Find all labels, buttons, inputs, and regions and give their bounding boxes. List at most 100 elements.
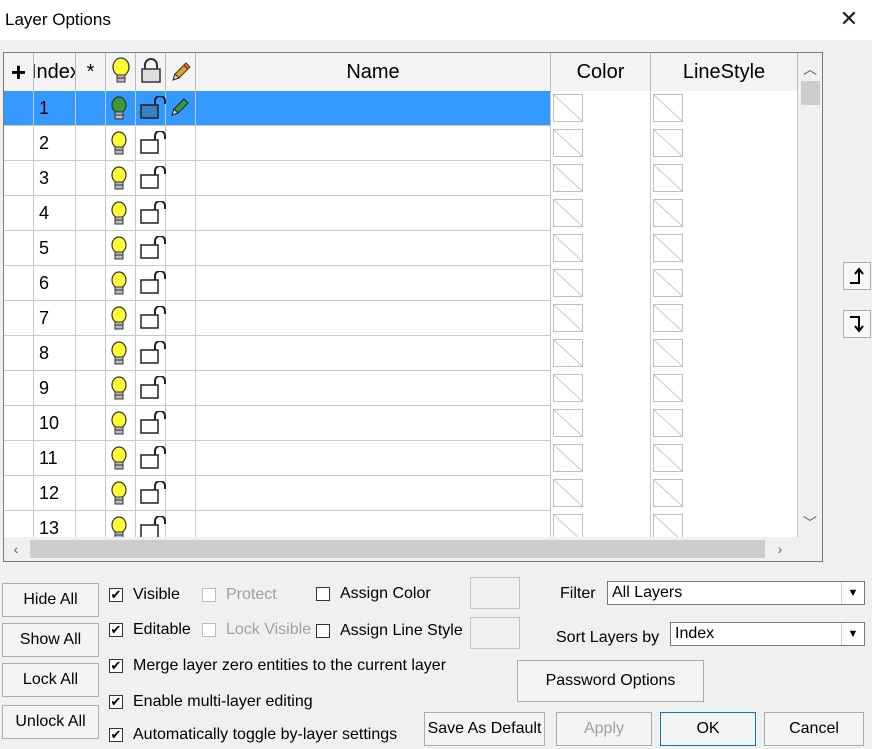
- row-star[interactable]: [76, 476, 106, 511]
- lightbulb-icon[interactable]: [109, 271, 129, 297]
- row-edit-toggle[interactable]: [166, 231, 196, 266]
- table-row[interactable]: 2: [4, 126, 798, 161]
- assign-color-swatch[interactable]: [470, 577, 520, 609]
- close-icon[interactable]: ✕: [832, 4, 866, 34]
- row-visible-toggle[interactable]: [106, 161, 136, 196]
- row-selector[interactable]: [4, 266, 34, 301]
- lock-all-button[interactable]: Lock All: [2, 663, 99, 697]
- lock-visible-check-box[interactable]: [202, 623, 216, 637]
- linestyle-swatch[interactable]: [653, 269, 683, 297]
- row-color[interactable]: [551, 476, 651, 511]
- row-lock-toggle[interactable]: [136, 161, 166, 196]
- table-row[interactable]: 3: [4, 161, 798, 196]
- row-selector[interactable]: [4, 301, 34, 336]
- row-selector[interactable]: [4, 441, 34, 476]
- unlocked-padlock-icon[interactable]: [139, 201, 167, 225]
- chevron-down-icon[interactable]: ▼: [841, 582, 864, 604]
- table-row[interactable]: 6: [4, 266, 798, 301]
- row-edit-toggle[interactable]: [166, 371, 196, 406]
- color-swatch[interactable]: [553, 164, 583, 192]
- color-swatch[interactable]: [553, 339, 583, 367]
- table-row[interactable]: 1: [4, 91, 798, 126]
- row-name[interactable]: [196, 231, 551, 266]
- row-name[interactable]: [196, 91, 551, 126]
- lightbulb-icon[interactable]: [109, 446, 129, 472]
- lightbulb-icon[interactable]: [109, 201, 129, 227]
- row-linestyle[interactable]: [651, 91, 798, 126]
- show-all-button[interactable]: Show All: [2, 623, 99, 657]
- visible-header[interactable]: [106, 53, 136, 91]
- color-swatch[interactable]: [553, 514, 583, 537]
- lightbulb-icon[interactable]: [109, 131, 129, 157]
- row-star[interactable]: [76, 126, 106, 161]
- lightbulb-icon[interactable]: [109, 341, 129, 367]
- table-row[interactable]: 11: [4, 441, 798, 476]
- row-lock-toggle[interactable]: [136, 336, 166, 371]
- row-visible-toggle[interactable]: [106, 266, 136, 301]
- color-swatch[interactable]: [553, 444, 583, 472]
- row-star[interactable]: [76, 441, 106, 476]
- index-header[interactable]: Index: [34, 53, 76, 91]
- scroll-up-icon[interactable]: ︿: [798, 59, 822, 79]
- row-visible-toggle[interactable]: [106, 371, 136, 406]
- table-row[interactable]: 5: [4, 231, 798, 266]
- assign-linestyle-check-box[interactable]: [316, 624, 330, 638]
- row-color[interactable]: [551, 266, 651, 301]
- row-color[interactable]: [551, 336, 651, 371]
- row-visible-toggle[interactable]: [106, 441, 136, 476]
- row-edit-toggle[interactable]: [166, 126, 196, 161]
- linestyle-swatch[interactable]: [653, 164, 683, 192]
- row-color[interactable]: [551, 161, 651, 196]
- row-selector[interactable]: [4, 126, 34, 161]
- linestyle-swatch[interactable]: [653, 129, 683, 157]
- row-linestyle[interactable]: [651, 336, 798, 371]
- apply-button[interactable]: Apply: [556, 712, 652, 746]
- row-lock-toggle[interactable]: [136, 371, 166, 406]
- unlocked-padlock-icon[interactable]: [139, 166, 167, 190]
- row-color[interactable]: [551, 231, 651, 266]
- unlocked-padlock-icon[interactable]: [139, 341, 167, 365]
- row-star[interactable]: [76, 301, 106, 336]
- row-color[interactable]: [551, 196, 651, 231]
- linestyle-swatch[interactable]: [653, 514, 683, 537]
- row-star[interactable]: [76, 91, 106, 126]
- row-edit-toggle[interactable]: [166, 406, 196, 441]
- chevron-down-icon[interactable]: ▼: [841, 623, 864, 645]
- row-name[interactable]: [196, 441, 551, 476]
- linestyle-swatch[interactable]: [653, 94, 683, 122]
- row-selector[interactable]: [4, 476, 34, 511]
- assign-color-check-box[interactable]: [316, 587, 330, 601]
- scroll-left-icon[interactable]: ‹: [4, 541, 28, 557]
- row-selector[interactable]: [4, 196, 34, 231]
- unlocked-padlock-icon[interactable]: [139, 96, 167, 120]
- password-options-button[interactable]: Password Options: [517, 660, 704, 702]
- table-row[interactable]: 12: [4, 476, 798, 511]
- row-lock-toggle[interactable]: [136, 476, 166, 511]
- save-as-default-button[interactable]: Save As Default: [424, 712, 545, 746]
- row-star[interactable]: [76, 371, 106, 406]
- scroll-down-icon[interactable]: ﹀: [798, 513, 822, 533]
- auto-toggle-check-box[interactable]: ✔: [109, 728, 123, 742]
- row-lock-toggle[interactable]: [136, 126, 166, 161]
- color-swatch[interactable]: [553, 304, 583, 332]
- row-linestyle[interactable]: [651, 441, 798, 476]
- row-visible-toggle[interactable]: [106, 336, 136, 371]
- row-selector[interactable]: [4, 406, 34, 441]
- row-visible-toggle[interactable]: [106, 511, 136, 537]
- table-row[interactable]: 8: [4, 336, 798, 371]
- row-name[interactable]: [196, 406, 551, 441]
- unlocked-padlock-icon[interactable]: [139, 131, 167, 155]
- row-linestyle[interactable]: [651, 476, 798, 511]
- lightbulb-icon[interactable]: [109, 376, 129, 402]
- lightbulb-icon[interactable]: [109, 306, 129, 332]
- unlocked-padlock-icon[interactable]: [139, 306, 167, 330]
- vertical-scroll-thumb[interactable]: [801, 81, 820, 105]
- color-swatch[interactable]: [553, 129, 583, 157]
- linestyle-swatch[interactable]: [653, 479, 683, 507]
- scroll-right-icon[interactable]: ›: [768, 541, 792, 557]
- row-lock-toggle[interactable]: [136, 266, 166, 301]
- row-name[interactable]: [196, 476, 551, 511]
- row-lock-toggle[interactable]: [136, 196, 166, 231]
- name-header[interactable]: Name: [196, 53, 551, 91]
- row-star[interactable]: [76, 196, 106, 231]
